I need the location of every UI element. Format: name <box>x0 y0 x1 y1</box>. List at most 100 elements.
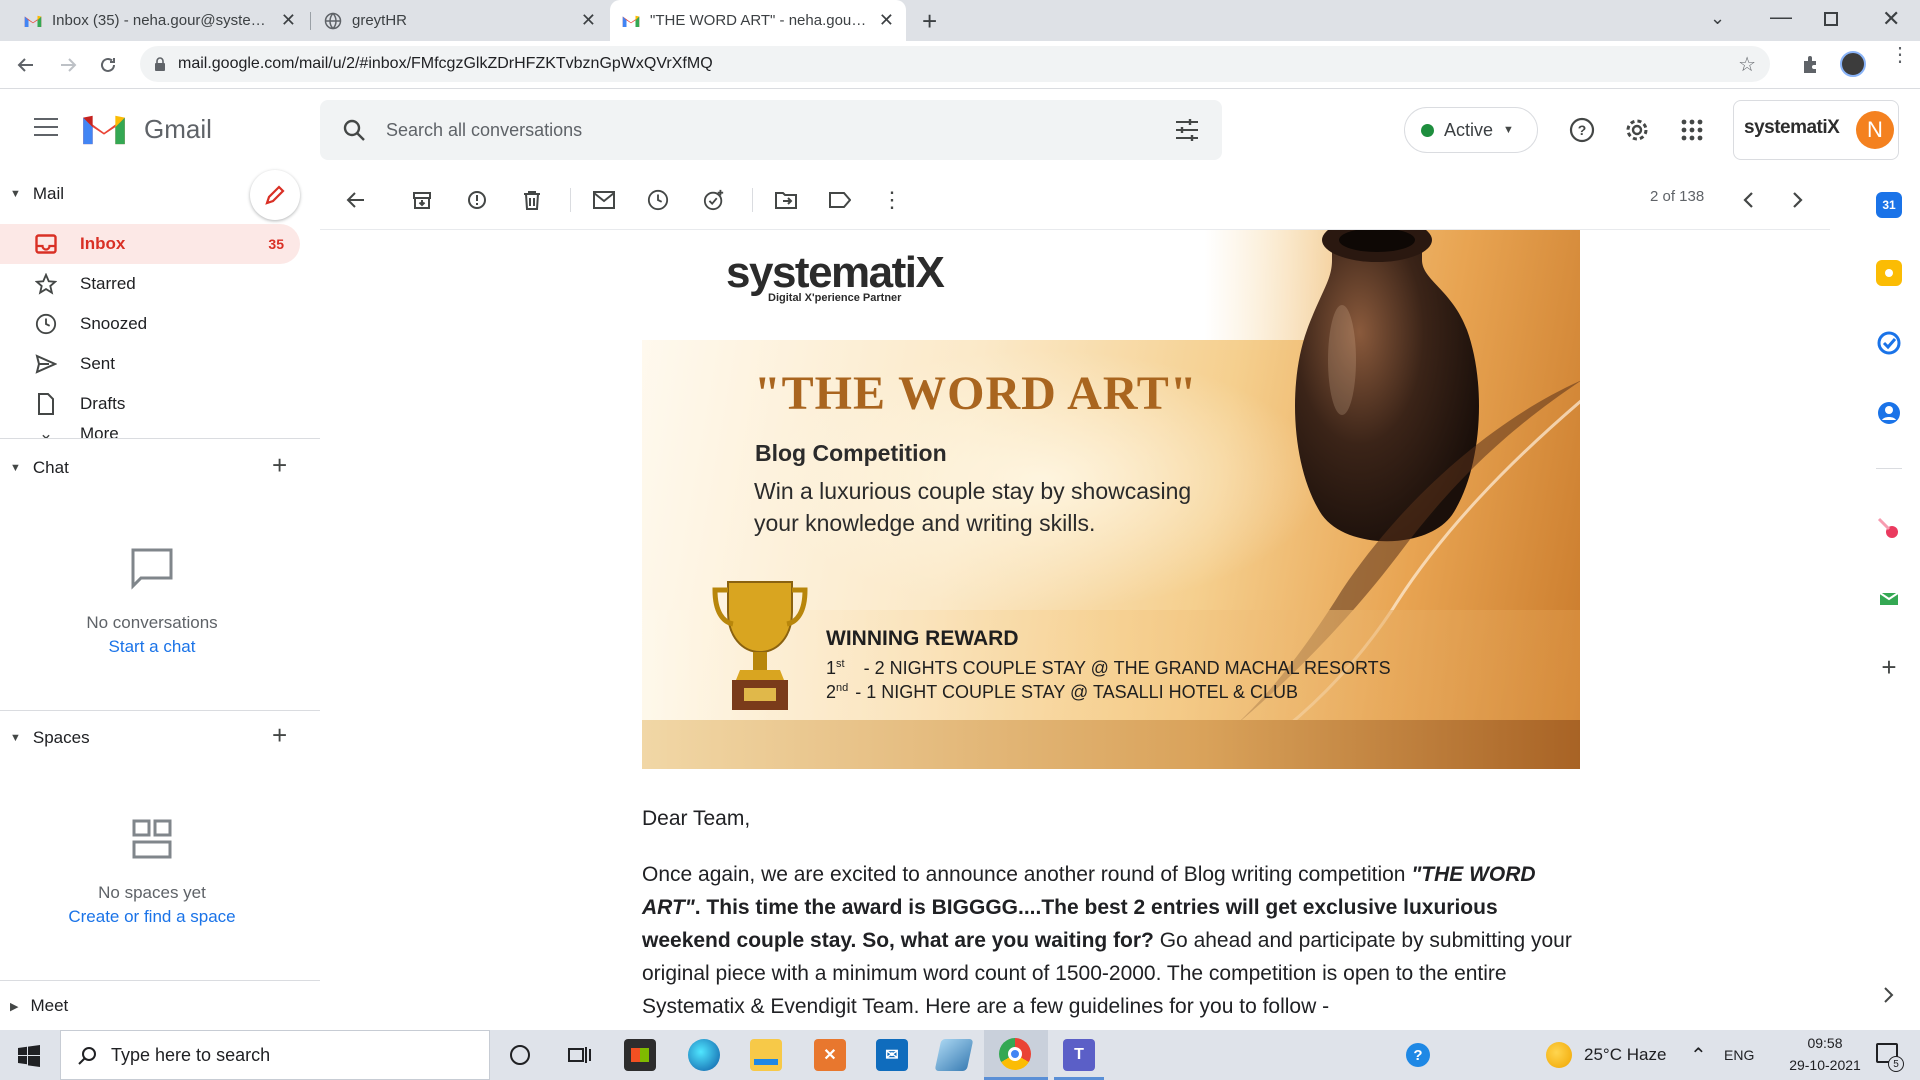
browser-tab-greythr[interactable]: greytHR ✕ <box>312 0 608 41</box>
xampp-icon[interactable]: ✕ <box>814 1039 846 1071</box>
chrome-taskbar-button[interactable] <box>984 1030 1048 1080</box>
back-arrow-icon[interactable] <box>10 49 42 81</box>
address-bar-row: mail.google.com/mail/u/2/#inbox/FMfcgzGl… <box>0 41 1920 89</box>
first-prize-text: - 2 NIGHTS COUPLE STAY @ THE GRAND MACHA… <box>863 658 1391 678</box>
help-tray-icon[interactable]: ? <box>1406 1043 1430 1067</box>
mail-section-header[interactable]: ▼ Mail <box>10 184 64 204</box>
chat-section-header[interactable]: ▼ Chat <box>10 458 69 478</box>
new-space-plus-icon[interactable]: + <box>272 720 287 751</box>
sidebar-item-sent[interactable]: Sent <box>0 344 300 384</box>
close-tab-icon[interactable]: ✕ <box>281 10 296 31</box>
sidebar-item-label: Starred <box>80 274 136 293</box>
chevron-down-icon: ⌄ <box>38 424 54 438</box>
snooze-clock-icon[interactable] <box>646 188 670 212</box>
google-apps-icon[interactable] <box>1680 118 1704 142</box>
contacts-icon[interactable] <box>1876 400 1902 426</box>
task-view-icon[interactable] <box>568 1045 592 1065</box>
sidebar-item-label: Inbox <box>80 234 126 253</box>
language-indicator[interactable]: ENG <box>1724 1047 1754 1063</box>
store-bag-icon[interactable] <box>624 1039 656 1071</box>
sidebar-item-more[interactable]: ⌄ More <box>0 424 300 438</box>
profile-avatar[interactable] <box>1840 51 1866 77</box>
windows-start-icon[interactable] <box>18 1045 40 1067</box>
weather-text[interactable]: 25°C Haze <box>1584 1045 1666 1065</box>
divider <box>0 438 320 439</box>
sidebar-item-starred[interactable]: Starred <box>0 264 300 304</box>
label-tag-icon[interactable] <box>828 188 852 212</box>
sidebar-item-drafts[interactable]: Drafts <box>0 384 300 424</box>
search-input[interactable]: Search all conversations <box>386 120 582 141</box>
close-tab-icon[interactable]: ✕ <box>581 10 596 31</box>
search-icon[interactable] <box>342 118 366 142</box>
status-dropdown[interactable]: Active ▼ <box>1404 107 1538 153</box>
help-icon[interactable]: ? <box>1568 116 1596 144</box>
browser-tab-inbox[interactable]: Inbox (35) - neha.gour@systematixinfotec… <box>12 0 308 41</box>
show-side-panel-chevron-icon[interactable] <box>1876 982 1902 1008</box>
back-to-inbox-icon[interactable] <box>344 188 368 212</box>
clock-date[interactable]: 29-10-2021 <box>1770 1057 1880 1073</box>
browser-tab-word-art[interactable]: "THE WORD ART" - neha.gour@systematixinf… <box>610 0 906 41</box>
cortana-icon[interactable] <box>510 1045 530 1065</box>
banner-description-line1: Win a luxurious couple stay by showcasin… <box>754 478 1192 504</box>
keep-notes-icon[interactable] <box>1876 260 1902 286</box>
close-window-icon[interactable]: ✕ <box>1882 6 1900 32</box>
file-explorer-icon[interactable] <box>750 1039 782 1071</box>
calendar-icon[interactable]: 31 <box>1876 192 1902 218</box>
compose-button[interactable] <box>250 170 300 220</box>
hamburger-menu-icon[interactable] <box>34 118 58 136</box>
tasks-icon[interactable] <box>1876 330 1902 356</box>
addon-comet-icon[interactable] <box>1876 516 1902 542</box>
paint-app-icon[interactable] <box>934 1039 974 1071</box>
mail-app-icon[interactable]: ✉ <box>876 1039 908 1071</box>
gmail-logo-icon[interactable] <box>81 112 127 146</box>
account-switcher[interactable]: systematiX N <box>1733 100 1899 160</box>
older-chevron-right-icon[interactable] <box>1786 188 1810 212</box>
spaces-section-header[interactable]: ▼ Spaces <box>10 728 90 748</box>
weather-sun-icon[interactable] <box>1546 1042 1572 1068</box>
meet-section-header[interactable]: ▶ Meet <box>10 996 68 1016</box>
forward-arrow-icon[interactable] <box>52 49 84 81</box>
reload-icon[interactable] <box>92 49 124 81</box>
newer-chevron-left-icon[interactable] <box>1736 188 1760 212</box>
create-space-link[interactable]: Create or find a space <box>0 907 304 927</box>
mark-unread-mail-icon[interactable] <box>592 188 616 212</box>
sidebar-item-snoozed[interactable]: Snoozed <box>0 304 300 344</box>
delete-trash-icon[interactable] <box>520 188 544 212</box>
tab-title: Inbox (35) - neha.gour@systematixinfotec… <box>52 12 273 29</box>
chrome-menu-icon[interactable]: ⋮ <box>1890 45 1910 65</box>
minimize-icon[interactable]: — <box>1770 4 1792 30</box>
extensions-puzzle-icon[interactable] <box>1800 53 1822 75</box>
sidebar-item-inbox[interactable]: Inbox 35 <box>0 224 300 264</box>
sidebar-item-label: Snoozed <box>80 314 148 333</box>
search-options-icon[interactable] <box>1174 118 1200 142</box>
tray-expand-chevron-icon[interactable]: ⌃ <box>1690 1043 1707 1068</box>
tab-search-icon[interactable]: ⌄ <box>1710 8 1725 29</box>
collapse-triangle-icon: ▼ <box>10 732 21 744</box>
clock-time[interactable]: 09:58 <box>1790 1035 1860 1051</box>
taskbar-search-box[interactable]: Type here to search <box>60 1030 490 1080</box>
mail-label: Mail <box>32 184 65 203</box>
move-to-folder-icon[interactable] <box>774 188 798 212</box>
new-chat-plus-icon[interactable]: + <box>272 450 287 481</box>
start-chat-link[interactable]: Start a chat <box>0 637 304 657</box>
search-bar[interactable]: Search all conversations <box>320 100 1222 160</box>
settings-gear-icon[interactable] <box>1623 116 1651 144</box>
teams-taskbar-button[interactable]: T <box>1054 1030 1104 1080</box>
url-field[interactable]: mail.google.com/mail/u/2/#inbox/FMfcgzGl… <box>140 46 1770 82</box>
second-prize-text: - 1 NIGHT COUPLE STAY @ TASALLI HOTEL & … <box>855 682 1299 702</box>
new-tab-icon[interactable]: + <box>922 6 937 37</box>
close-tab-icon[interactable]: ✕ <box>879 10 894 31</box>
paragraph-text: Once again, we are excited to announce a… <box>642 863 1412 886</box>
star-icon <box>34 272 58 296</box>
report-spam-icon[interactable] <box>465 188 489 212</box>
pencil-icon <box>265 185 285 205</box>
addon-inbox-icon[interactable] <box>1876 584 1902 610</box>
systematix-logo: systematiX <box>726 248 945 298</box>
add-addon-plus-icon[interactable]: + <box>1876 652 1902 682</box>
add-to-tasks-icon[interactable] <box>702 188 726 212</box>
edge-browser-icon[interactable] <box>688 1039 720 1071</box>
more-options-icon[interactable]: ⋮ <box>880 188 904 212</box>
bookmark-star-icon[interactable]: ☆ <box>1738 52 1756 77</box>
archive-icon[interactable] <box>410 188 434 212</box>
maximize-icon[interactable] <box>1824 12 1838 26</box>
